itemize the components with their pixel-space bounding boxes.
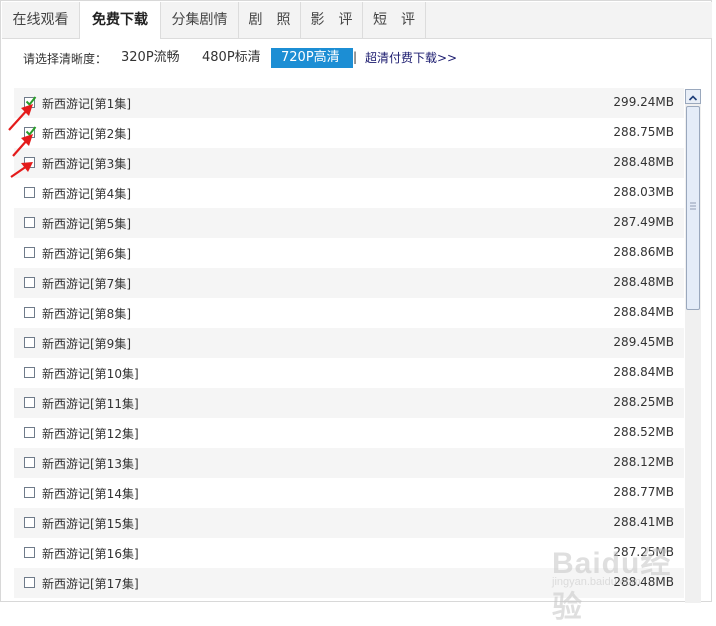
chevron-up-icon [688, 95, 698, 101]
episode-size: 288.03MB [613, 185, 674, 199]
episode-row: 新西游记[第4集] 288.03MB [14, 178, 684, 208]
episode-checkbox[interactable] [24, 277, 35, 288]
episode-size: 288.77MB [613, 485, 674, 499]
episode-checkbox[interactable] [24, 457, 35, 468]
episode-title: 新西游记[第2集] [42, 127, 131, 141]
episode-row: 新西游记[第14集] 288.77MB [14, 478, 684, 508]
quality-selector: 请选择清晰度： 320P流畅 480P标清 720P高清 | 超清付费下载>> [1, 39, 711, 77]
episode-row: 新西游记[第2集] 288.75MB [14, 118, 684, 148]
episode-checkbox[interactable] [24, 367, 35, 378]
list-scrollbar[interactable] [685, 89, 701, 603]
baidu-watermark: Baidu经验 jingyan.baidu.com [546, 536, 696, 624]
grip-icon [690, 202, 696, 210]
tab-short-reviews[interactable]: 短 评 [363, 2, 426, 38]
episode-title: 新西游记[第6集] [42, 247, 131, 261]
episode-checkbox[interactable] [24, 427, 35, 438]
quality-720p-option[interactable]: 720P高清 [271, 48, 353, 68]
quality-label: 请选择清晰度： [23, 52, 108, 66]
episode-list: 新西游记[第1集] 299.24MB 新西游记[第2集] 288.75MB 新西游记[第… [14, 88, 684, 603]
episode-title: 新西游记[第1集] [42, 97, 131, 111]
episode-row: 新西游记[第8集] 288.84MB [14, 298, 684, 328]
episode-row: 新西游记[第5集] 287.49MB [14, 208, 684, 238]
episode-title: 新西游记[第8集] [42, 307, 131, 321]
episode-size: 288.48MB [613, 155, 674, 169]
episode-title: 新西游记[第14集] [42, 487, 139, 501]
episode-title: 新西游记[第5集] [42, 217, 131, 231]
episode-checkbox[interactable] [24, 397, 35, 408]
episode-size: 288.75MB [613, 125, 674, 139]
episode-title: 新西游记[第12集] [42, 427, 139, 441]
tab-online-watch[interactable]: 在线观看 [2, 2, 80, 38]
episode-size: 288.12MB [613, 455, 674, 469]
episode-title: 新西游记[第4集] [42, 187, 131, 201]
episode-row: 新西游记[第11集] 288.25MB [14, 388, 684, 418]
episode-size: 288.25MB [613, 395, 674, 409]
episode-title: 新西游记[第13集] [42, 457, 139, 471]
episode-row: 新西游记[第12集] 288.52MB [14, 418, 684, 448]
episode-checkbox[interactable] [24, 247, 35, 258]
episode-size: 288.84MB [613, 365, 674, 379]
episode-size: 289.45MB [613, 335, 674, 349]
episode-title: 新西游记[第15集] [42, 517, 139, 531]
episode-title: 新西游记[第10集] [42, 367, 139, 381]
episode-size: 288.52MB [613, 425, 674, 439]
episode-checkbox[interactable] [24, 577, 35, 588]
annotation-arrow-icon [10, 162, 33, 178]
scroll-thumb[interactable] [686, 106, 700, 310]
episode-title: 新西游记[第17集] [42, 577, 139, 591]
quality-separator: | [353, 50, 358, 64]
scroll-up-button[interactable] [685, 89, 701, 104]
tab-reviews[interactable]: 影 评 [301, 2, 363, 38]
tab-episode-plot[interactable]: 分集剧情 [161, 2, 239, 38]
episode-size: 288.41MB [613, 515, 674, 529]
tab-free-download[interactable]: 免费下载 [80, 2, 161, 39]
episode-row: 新西游记[第1集] 299.24MB [14, 88, 684, 118]
download-panel: 在线观看 免费下载 分集剧情 剧 照 影 评 短 评 请选择清晰度： 320P流… [0, 0, 712, 603]
tab-bar: 在线观看 免费下载 分集剧情 剧 照 影 评 短 评 [2, 2, 712, 39]
episode-size: 288.48MB [613, 275, 674, 289]
episode-row: 新西游记[第15集] 288.41MB [14, 508, 684, 538]
episode-row: 新西游记[第7集] 288.48MB [14, 268, 684, 298]
episode-size: 288.86MB [613, 245, 674, 259]
episode-row: 新西游记[第9集] 289.45MB [14, 328, 684, 358]
episode-checkbox[interactable] [24, 337, 35, 348]
quality-480p-option[interactable]: 480P标清 [192, 48, 271, 68]
episode-size: 287.49MB [613, 215, 674, 229]
episode-row: 新西游记[第3集] 288.48MB [14, 148, 684, 178]
episode-checkbox[interactable] [24, 307, 35, 318]
episode-title: 新西游记[第7集] [42, 277, 131, 291]
episode-checkbox[interactable] [24, 217, 35, 228]
episode-checkbox[interactable] [24, 517, 35, 528]
tab-stills[interactable]: 剧 照 [239, 2, 301, 38]
watermark-subtext: jingyan.baidu.com [552, 576, 641, 588]
quality-320p-option[interactable]: 320P流畅 [111, 48, 190, 68]
episode-checkbox[interactable] [24, 487, 35, 498]
episode-title: 新西游记[第9集] [42, 337, 131, 351]
episode-title: 新西游记[第3集] [42, 157, 131, 171]
episode-size: 299.24MB [613, 95, 674, 109]
episode-title: 新西游记[第11集] [42, 397, 139, 411]
paid-download-link[interactable]: 超清付费下载>> [365, 49, 457, 66]
episode-checkbox[interactable] [24, 547, 35, 558]
episode-title: 新西游记[第16集] [42, 547, 139, 561]
episode-row: 新西游记[第13集] 288.12MB [14, 448, 684, 478]
episode-checkbox[interactable] [24, 187, 35, 198]
episode-row: 新西游记[第10集] 288.84MB [14, 358, 684, 388]
episode-row: 新西游记[第6集] 288.86MB [14, 238, 684, 268]
episode-size: 288.84MB [613, 305, 674, 319]
